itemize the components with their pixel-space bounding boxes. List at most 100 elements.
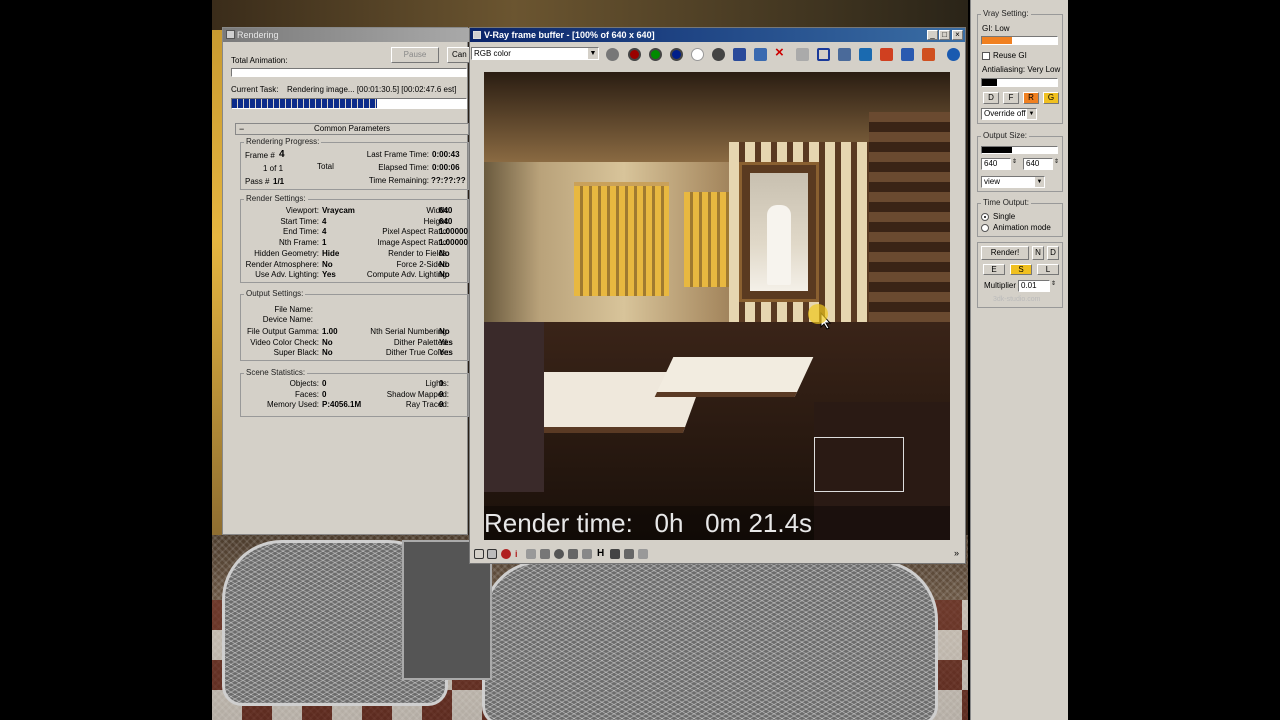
height-spinner-arrows-icon[interactable]: ⇕ [1054, 158, 1059, 165]
window-blind-left [574, 182, 669, 296]
gi-slider[interactable] [981, 36, 1058, 45]
chevron-down-icon: ▼ [588, 48, 598, 59]
reuse-gi-checkbox[interactable] [982, 52, 990, 60]
toggle-button-l[interactable]: L [1037, 264, 1059, 275]
device-name-label: Device Name: [262, 315, 313, 324]
levels-icon[interactable] [526, 549, 536, 559]
current-task-value: Rendering image... [00:01:30.5] [00:02:4… [287, 85, 457, 94]
vray-frame-buffer-window: V-Ray frame buffer - [100% of 640 x 640]… [469, 27, 966, 564]
view-select[interactable]: view ▼ [981, 176, 1045, 188]
scene-stat-label-left: Memory Used: [266, 400, 319, 410]
compare-icon[interactable] [582, 549, 592, 559]
mono-icon[interactable] [712, 48, 725, 61]
common-parameters-rollout[interactable]: − Common Parameters [235, 123, 469, 135]
display-icon[interactable] [487, 549, 497, 559]
open-icon[interactable] [754, 48, 767, 61]
output-setting-value-right: Yes [439, 348, 453, 358]
expand-chevron-icon[interactable]: » [954, 548, 959, 558]
blue-channel-icon[interactable] [670, 48, 683, 61]
render-setting-label-right: Pixel Aspect Ratio: [382, 227, 449, 237]
minimize-icon[interactable]: _ [927, 30, 938, 40]
alpha-channel-icon[interactable] [691, 48, 704, 61]
save-icon[interactable] [733, 48, 746, 61]
clear-icon[interactable]: × [775, 44, 784, 61]
d-button[interactable]: D [1047, 246, 1059, 260]
color-correction-icon[interactable] [880, 48, 893, 61]
render-setting-value-left: No [322, 259, 333, 269]
toggle-button-e[interactable]: E [983, 264, 1005, 275]
settings-icon[interactable] [624, 549, 634, 559]
time-remaining-value: ??:??:?? [431, 176, 466, 185]
height-spinner[interactable]: 640 [1023, 158, 1053, 170]
output-setting-label-right: Dither True Color: [385, 348, 449, 358]
right-margin [1068, 0, 1280, 720]
render-setting-value-right: 1.00000 [439, 227, 468, 237]
close-icon[interactable]: × [952, 30, 963, 40]
info-i-icon[interactable]: i [515, 549, 518, 559]
output-size-slider[interactable] [981, 146, 1058, 154]
green-channel-icon[interactable] [649, 48, 662, 61]
link-icon[interactable] [859, 48, 872, 61]
quality-button-g[interactable]: G [1043, 92, 1059, 104]
pause-button[interactable]: Pause [391, 47, 439, 63]
render-setting-label-right: Height: [423, 216, 449, 226]
elapsed-time-value: 0:00:06 [432, 163, 460, 172]
n-button[interactable]: N [1032, 246, 1044, 260]
lens-icon[interactable] [568, 549, 578, 559]
exposure-icon[interactable] [554, 549, 564, 559]
channel-select[interactable]: RGB color ▼ [471, 47, 599, 60]
maximize-icon[interactable]: □ [939, 30, 950, 40]
render-setting-value-left: Hide [322, 248, 340, 258]
window-blind-right [684, 192, 729, 287]
banquette-left [484, 322, 544, 492]
horizontal-compare-icon[interactable]: H [597, 548, 604, 559]
render-region-marker[interactable] [814, 437, 904, 492]
render-setting-label-left: End Time: [282, 227, 319, 237]
scene-stat-label-right: Lights: [425, 379, 449, 388]
render-setting-label-right: Width: [426, 206, 449, 215]
cancel-button[interactable]: Can [447, 47, 471, 63]
red-channel-icon[interactable] [628, 48, 641, 61]
render-button[interactable]: Render! [981, 246, 1029, 260]
srgb-icon[interactable] [901, 48, 914, 61]
reuse-gi-label: Reuse GI [993, 51, 1027, 60]
track-mouse-icon[interactable] [501, 549, 511, 559]
info-icon[interactable] [947, 48, 960, 61]
output-setting-value-left: 1.00 [322, 327, 338, 336]
rendered-image[interactable] [484, 72, 950, 540]
width-spinner-arrows-icon[interactable]: ⇕ [1012, 158, 1017, 165]
toggle-button-s[interactable]: S [1010, 264, 1032, 275]
curve-icon[interactable] [540, 549, 550, 559]
pixel-info-icon[interactable] [610, 549, 620, 559]
show-rgb-icon[interactable] [606, 48, 619, 61]
multiplier-spinner[interactable]: 0.01 [1018, 280, 1050, 292]
rollout-collapse-icon: − [239, 124, 245, 134]
scene-statistics-label: Scene Statistics: [244, 368, 308, 377]
duplicate-icon[interactable] [796, 48, 809, 61]
scene-stat-value-right: 0 [439, 400, 444, 410]
render-last-icon[interactable] [838, 48, 851, 61]
scene-stat-value-right: 0 [439, 379, 444, 388]
lut-icon[interactable] [922, 48, 935, 61]
multiplier-arrows-icon[interactable]: ⇕ [1051, 280, 1056, 287]
history-icon[interactable] [474, 549, 484, 559]
grid-icon[interactable] [638, 549, 648, 559]
scene-stat-value-right: 0 [439, 389, 444, 399]
single-radio[interactable] [981, 213, 989, 221]
render-setting-value-left: 4 [322, 216, 327, 226]
region-render-icon[interactable] [817, 48, 830, 61]
last-frame-time-label: Last Frame Time: [366, 150, 429, 159]
animation-mode-radio[interactable] [981, 224, 989, 232]
painting-frame [739, 162, 819, 302]
render-setting-value-right: No [439, 259, 450, 269]
output-settings-label: Output Settings: [244, 289, 306, 298]
quality-button-r[interactable]: R [1023, 92, 1039, 104]
render-time-text: Render time: 0h 0m 21.4s [484, 508, 813, 538]
vfb-title[interactable]: V-Ray frame buffer - [100% of 640 x 640] [470, 28, 965, 42]
override-select[interactable]: Override off ▼ [981, 108, 1037, 120]
quality-button-f[interactable]: F [1003, 92, 1019, 104]
width-spinner[interactable]: 640 [981, 158, 1011, 170]
quality-button-d[interactable]: D [983, 92, 999, 104]
rendering-dialog-title[interactable]: Rendering [223, 28, 469, 42]
antialiasing-slider[interactable] [981, 78, 1058, 87]
